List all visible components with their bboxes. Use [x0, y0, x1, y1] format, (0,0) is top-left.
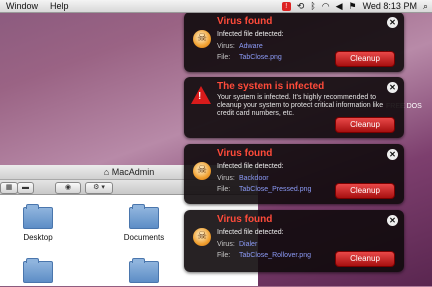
file-row: File: TabClose.png: [217, 54, 282, 61]
virus-row: Virus: Backdoor: [217, 175, 269, 182]
virus-alert-3: Virus found Infected file detected: Viru…: [184, 210, 404, 272]
applications-folder-icon: [23, 258, 53, 283]
action-gear-button[interactable]: ⚙ ▾: [85, 182, 113, 194]
folder-icon: [129, 204, 159, 229]
shield-icon[interactable]: !: [281, 1, 291, 11]
wifi-icon[interactable]: ◠: [322, 1, 330, 12]
folder-label: Documents: [123, 233, 165, 242]
home-icon: ⌂: [103, 167, 110, 177]
virus-alert-2: Virus found Infected file detected: Viru…: [184, 144, 404, 204]
close-icon[interactable]: ✕: [387, 149, 398, 160]
biohazard-icon: [193, 30, 211, 48]
time-machine-icon[interactable]: ⟲: [297, 1, 305, 12]
folder-desktop[interactable]: Desktop: [8, 204, 68, 242]
icon-view-button[interactable]: ▦: [0, 182, 18, 194]
warning-icon: !: [191, 86, 211, 104]
system-infected-alert: ! The system is infected Your system is …: [184, 77, 404, 138]
folder-applications[interactable]: [8, 258, 68, 287]
flag-icon[interactable]: ⚑: [349, 1, 357, 12]
menu-bar: Window Help ! ⟲ ᛒ ◠ ◀ ⚑ Wed 8:13 PM ⌕: [0, 0, 432, 13]
folder-icon: [23, 204, 53, 229]
alert-subtitle: Infected file detected:: [217, 229, 284, 236]
spotlight-search-icon[interactable]: ⌕: [423, 1, 428, 12]
folder-documents[interactable]: Documents: [114, 204, 174, 242]
file-row: File: TabClose_Rollover.png: [217, 252, 311, 259]
alert-title: Virus found: [217, 214, 273, 225]
virus-row: Virus: Adware: [217, 43, 263, 50]
clock[interactable]: Wed 8:13 PM: [363, 1, 417, 11]
window-title-text: MacAdmin: [111, 167, 155, 177]
file-row: File: TabClose_Pressed.png: [217, 186, 312, 193]
bluetooth-icon[interactable]: ᛒ: [310, 1, 315, 11]
cleanup-button[interactable]: Cleanup: [335, 251, 395, 267]
alert-title: Virus found: [217, 16, 273, 27]
alert-title: Virus found: [217, 148, 273, 159]
biohazard-icon: [193, 162, 211, 180]
biohazard-icon: [193, 228, 211, 246]
cleanup-button[interactable]: Cleanup: [335, 183, 395, 199]
folder-label: Desktop: [23, 233, 53, 242]
alert-message: Your system is infected. It's highly rec…: [217, 94, 384, 117]
movies-folder-icon: [129, 258, 159, 283]
close-icon[interactable]: ✕: [387, 82, 398, 93]
close-icon[interactable]: ✕: [387, 17, 398, 28]
alert-subtitle: Infected file detected:: [217, 31, 284, 38]
virus-row: Virus: Dialer: [217, 241, 258, 248]
cleanup-button[interactable]: Cleanup: [335, 51, 395, 67]
volume-icon[interactable]: ◀: [336, 1, 343, 12]
quick-look-button[interactable]: ◉: [55, 182, 81, 194]
alert-title: The system is infected: [217, 81, 325, 92]
cleanup-button[interactable]: Cleanup: [335, 117, 395, 133]
folder-movies[interactable]: [114, 258, 174, 287]
menu-window[interactable]: Window: [0, 1, 44, 11]
list-view-button[interactable]: ▬: [17, 182, 34, 194]
virus-alert-1: Virus found Infected file detected: Viru…: [184, 12, 404, 72]
alert-subtitle: Infected file detected:: [217, 163, 284, 170]
menu-help[interactable]: Help: [44, 1, 75, 11]
status-area: ! ⟲ ᛒ ◠ ◀ ⚑ Wed 8:13 PM ⌕: [281, 1, 432, 12]
close-icon[interactable]: ✕: [387, 215, 398, 226]
